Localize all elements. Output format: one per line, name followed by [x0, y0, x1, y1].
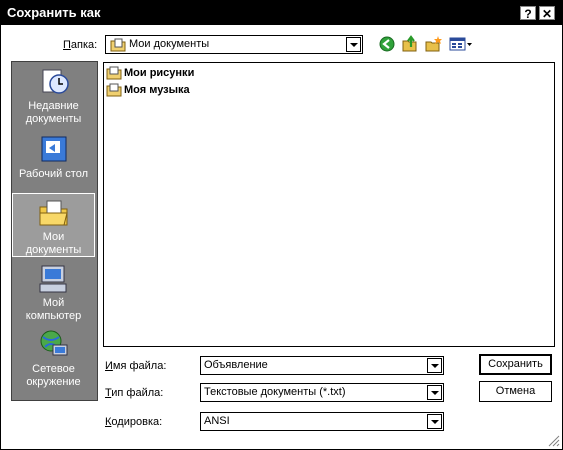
place-label: Мой	[42, 297, 65, 309]
folder-label: Папка:	[63, 39, 98, 51]
folder-dropdown[interactable]: Мои документы	[105, 35, 363, 54]
list-item[interactable]: Мои рисунки	[106, 66, 194, 82]
view-menu-icon[interactable]	[449, 36, 473, 52]
place-recent-documents[interactable]: Недавние документы	[12, 66, 95, 128]
places-bar: Недавние документы Рабочий стол Мои доку…	[11, 61, 98, 401]
filetype-dropdown[interactable]: Текстовые документы (*.txt)	[200, 383, 444, 402]
folder-icon	[110, 38, 126, 52]
file-name: Мои рисунки	[124, 66, 195, 79]
filename-value: Объявление	[204, 359, 268, 371]
chevron-down-icon[interactable]	[427, 414, 442, 429]
filename-label: Имя файла:	[105, 360, 167, 372]
file-list[interactable]: Мои рисунки Моя музыка	[103, 62, 555, 347]
folder-icon	[106, 83, 122, 97]
place-my-computer[interactable]: Мой компьютер	[12, 263, 95, 327]
my-documents-icon	[39, 200, 68, 226]
back-arrow-icon[interactable]	[379, 36, 395, 52]
chevron-down-icon[interactable]	[427, 358, 442, 373]
filetype-label: Тип файла:	[105, 387, 164, 399]
desktop-icon	[41, 136, 66, 162]
recent-documents-icon	[42, 69, 69, 94]
resize-grip-icon[interactable]	[548, 435, 560, 447]
place-label: окружение	[26, 376, 81, 388]
new-folder-icon[interactable]	[425, 35, 443, 53]
my-computer-icon	[39, 265, 66, 293]
encoding-dropdown[interactable]: ANSI	[200, 412, 444, 431]
chevron-down-icon[interactable]	[427, 385, 442, 400]
place-label: Недавние	[28, 100, 79, 112]
window-title: Сохранить как	[7, 5, 101, 20]
place-desktop[interactable]: Рабочий стол	[12, 134, 95, 182]
save-button[interactable]: Сохранить	[479, 354, 552, 375]
place-label: Мои	[42, 231, 65, 243]
folder-up-icon[interactable]	[401, 35, 419, 53]
folder-value: Мои документы	[129, 38, 210, 50]
help-button[interactable]: ?	[520, 6, 536, 21]
place-label: документы	[25, 113, 82, 125]
encoding-label: Кодировка:	[105, 416, 163, 428]
save-as-dialog: Сохранить как ? ✕ Папка: Мои документы Н…	[0, 0, 563, 450]
place-label: документы	[25, 244, 82, 256]
place-label: Сетевое	[32, 363, 75, 375]
place-label: компьютер	[25, 310, 82, 322]
place-my-documents[interactable]: Мои документы	[12, 193, 95, 257]
title-bar[interactable]: Сохранить как ? ✕	[1, 1, 562, 25]
encoding-value: ANSI	[204, 415, 230, 427]
file-name: Моя музыка	[124, 83, 190, 96]
list-item[interactable]: Моя музыка	[106, 83, 190, 99]
folder-icon	[106, 66, 122, 80]
place-network[interactable]: Сетевое окружение	[12, 329, 95, 393]
close-button[interactable]: ✕	[539, 6, 555, 21]
place-label: Рабочий стол	[18, 168, 89, 180]
filetype-value: Текстовые документы (*.txt)	[204, 386, 346, 398]
cancel-button[interactable]: Отмена	[479, 381, 552, 402]
network-icon	[40, 330, 67, 356]
chevron-down-icon[interactable]	[346, 37, 361, 52]
filename-field[interactable]: Объявление	[200, 356, 444, 375]
